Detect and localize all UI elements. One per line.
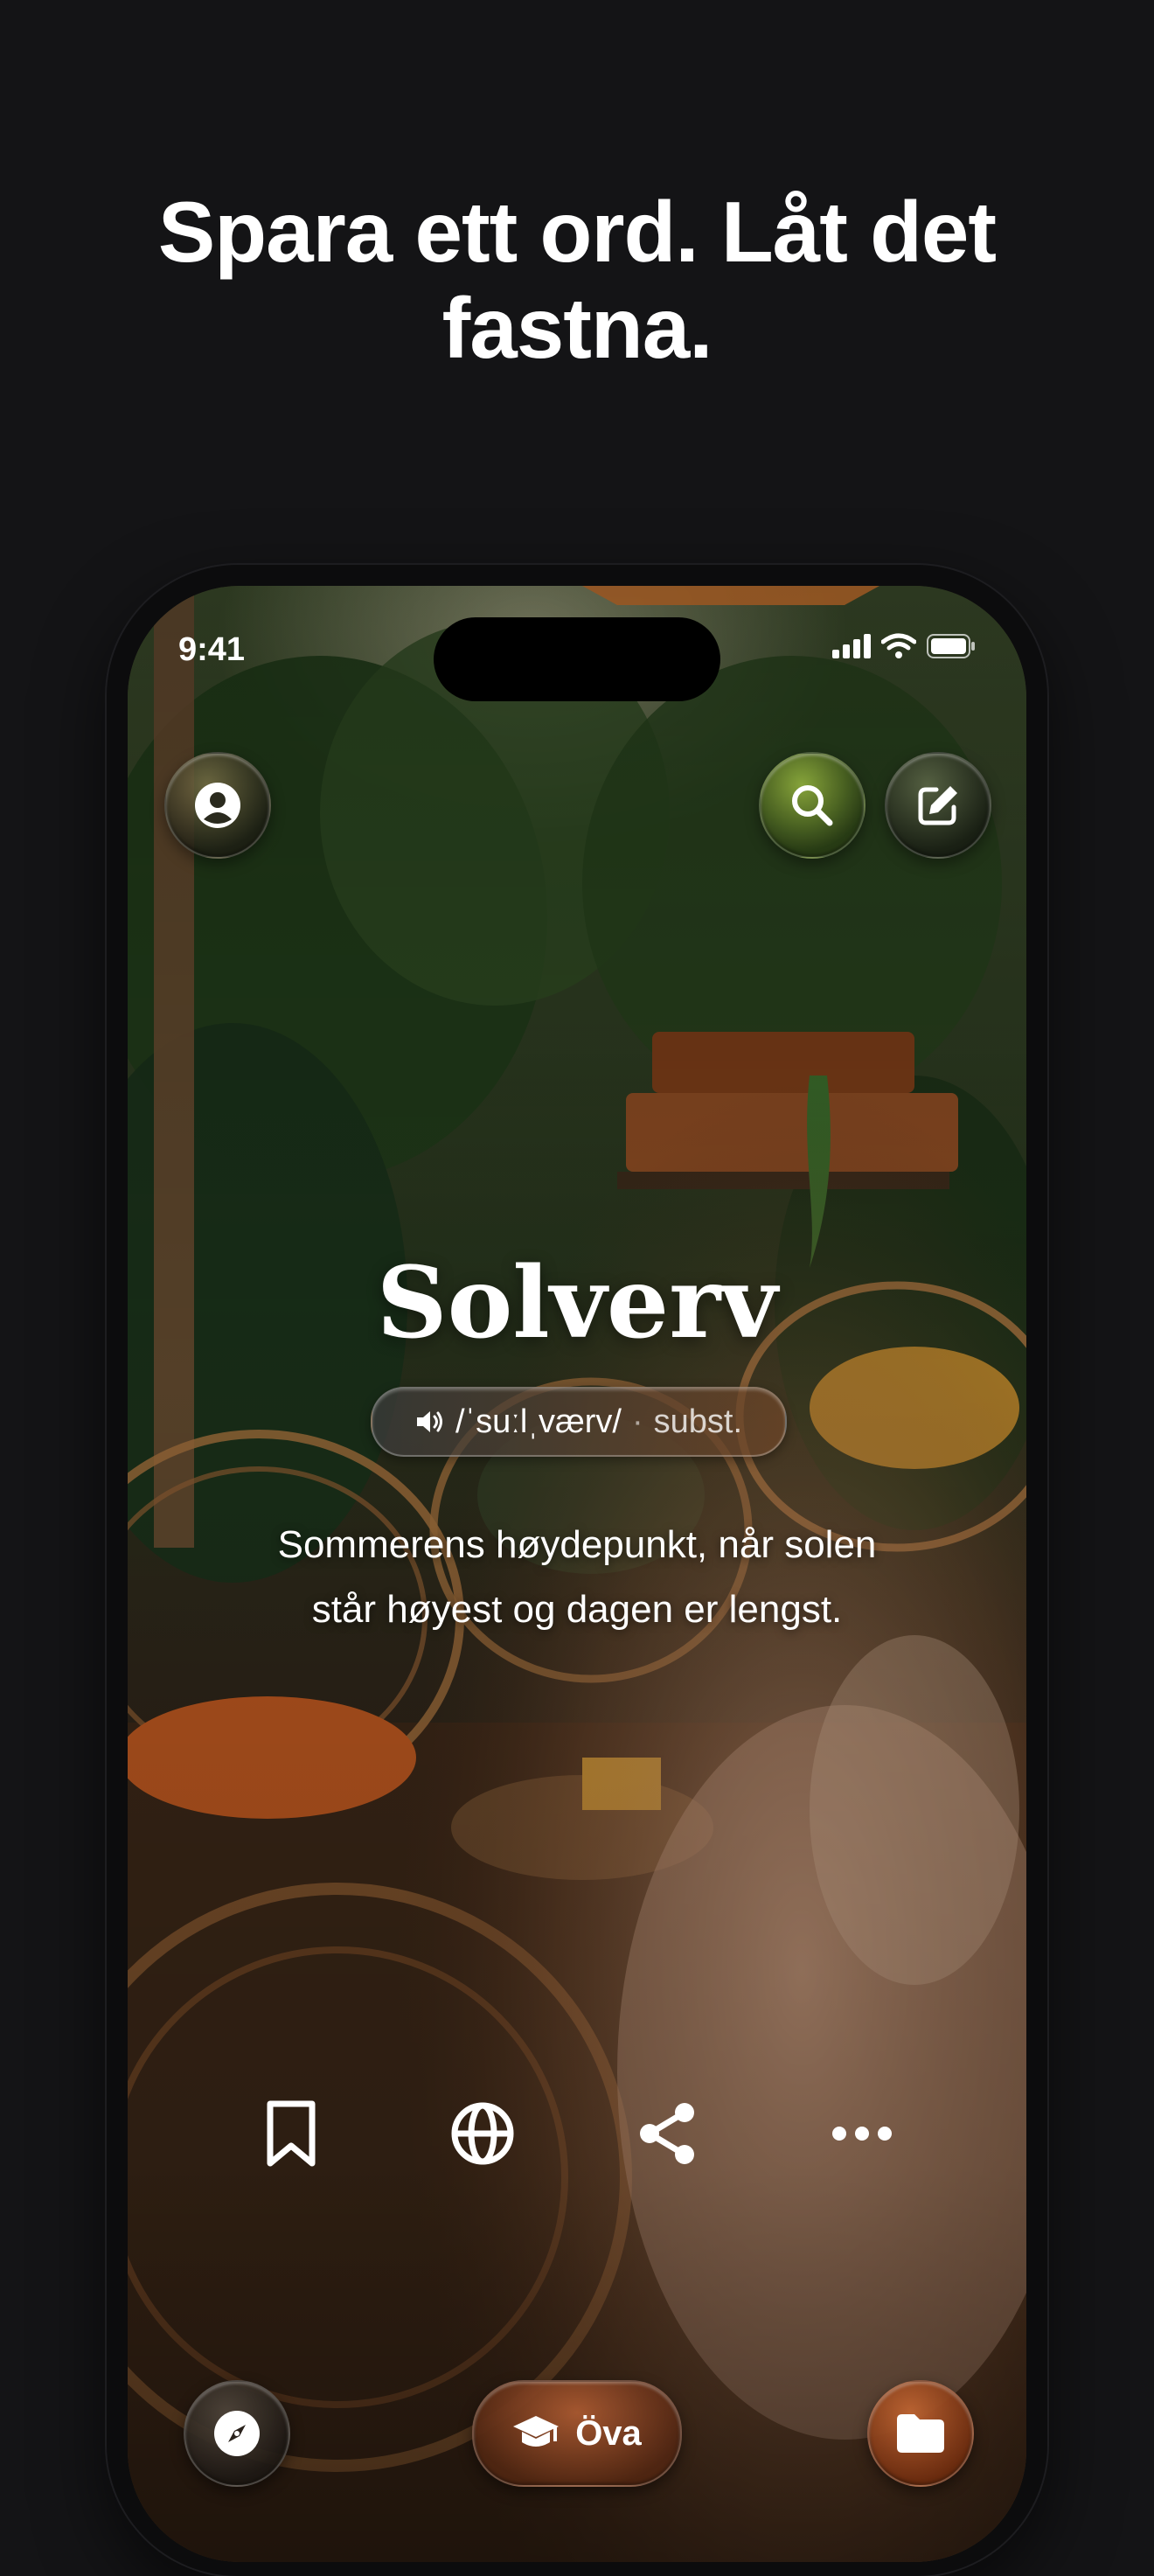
profile-button[interactable] (164, 752, 271, 859)
pronunciation-text: /ˈsuːlˌværv/ (455, 1403, 622, 1440)
speaker-icon (416, 1411, 442, 1432)
graduation-cap-icon (513, 2416, 560, 2447)
share-button[interactable] (623, 2090, 711, 2177)
definition-line-2: står høyest og dagen er lengst. (311, 1588, 843, 1631)
profile-icon (195, 783, 240, 828)
practice-label: Öva (575, 2413, 642, 2453)
headline-line-2: fastna. (441, 280, 713, 376)
practice-button[interactable]: Öva (472, 2380, 682, 2487)
word-title: Solverv (376, 1246, 778, 1361)
part-of-speech: subst. (653, 1403, 743, 1440)
dynamic-island (434, 617, 720, 701)
battery-icon (927, 634, 975, 658)
status-time: 9:41 (178, 631, 246, 668)
word-definition: Sommerens høydepunkt, når solen står høy… (206, 1513, 948, 1642)
wifi-icon (881, 633, 916, 658)
share-icon (640, 2103, 694, 2164)
compose-button[interactable] (885, 752, 991, 859)
word-actions (128, 2090, 1026, 2177)
page-headline: Spara ett ord. Låt det fastna. (0, 184, 1154, 376)
search-icon (792, 785, 833, 826)
phone-screen: 9:41 Solverv /ˈsuːlˌværv/ · subst. Somme… (128, 586, 1026, 2562)
collections-button[interactable] (867, 2380, 974, 2487)
bookmark-icon (267, 2100, 316, 2167)
translate-globe-icon (451, 2102, 514, 2165)
pill-separator: · (631, 1403, 643, 1440)
compass-icon (214, 2411, 260, 2456)
search-button[interactable] (759, 752, 866, 859)
translate-button[interactable] (439, 2090, 526, 2177)
bookmark-button[interactable] (247, 2090, 335, 2177)
status-icons (832, 633, 976, 659)
explore-button[interactable] (184, 2380, 290, 2487)
signal-icon (832, 634, 871, 658)
pronunciation-pill[interactable]: /ˈsuːlˌværv/ · subst. (371, 1387, 787, 1457)
headline-line-1: Spara ett ord. Låt det (157, 184, 997, 280)
more-icon (832, 2127, 892, 2141)
folder-icon (897, 2414, 944, 2453)
definition-line-1: Sommerens høydepunkt, når solen (277, 1523, 877, 1566)
compose-icon (918, 786, 957, 825)
more-button[interactable] (818, 2090, 906, 2177)
